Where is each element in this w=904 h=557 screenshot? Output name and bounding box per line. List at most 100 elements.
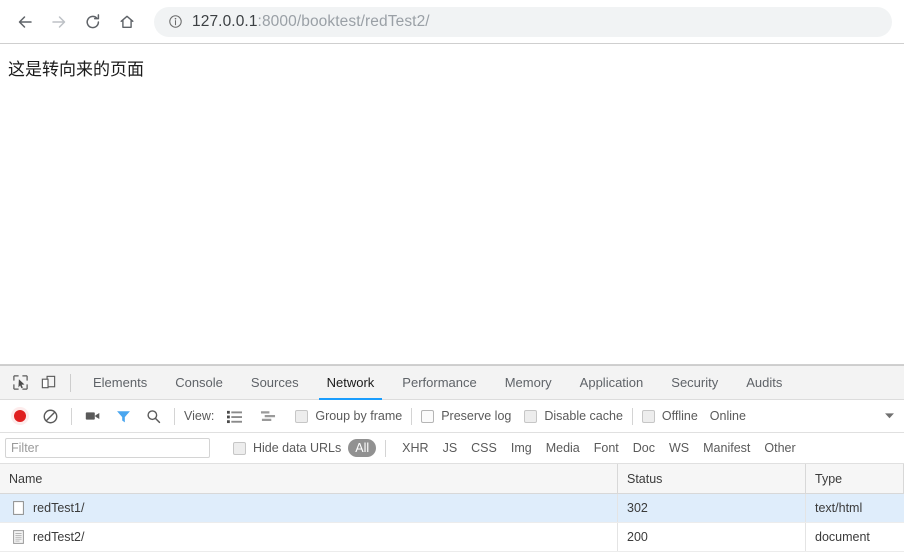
filter-type-ws[interactable]: WS — [662, 439, 696, 457]
info-circle-icon[interactable] — [168, 14, 183, 29]
group-by-frame-checkbox-box[interactable] — [295, 409, 309, 423]
filter-type-media[interactable]: Media — [539, 439, 587, 457]
request-name-text: redTest2/ — [33, 530, 85, 544]
controls-divider-1 — [71, 407, 72, 425]
request-status-cell: 200 — [618, 523, 806, 551]
disable-cache-checkbox-box[interactable] — [524, 409, 538, 423]
preserve-log-checkbox[interactable]: Preserve log — [421, 409, 511, 423]
filter-type-img[interactable]: Img — [504, 439, 539, 457]
tab-network[interactable]: Network — [313, 366, 389, 400]
back-arrow-icon — [18, 15, 32, 28]
filter-type-doc[interactable]: Doc — [626, 439, 662, 457]
network-filter-row: Hide data URLs All XHR JS CSS Img Media … — [0, 433, 904, 464]
devtools-panel: Elements Console Sources Network Perform… — [0, 365, 904, 556]
tab-audits[interactable]: Audits — [732, 366, 796, 399]
tab-elements[interactable]: Elements — [79, 366, 161, 399]
inspect-element-button[interactable] — [6, 366, 34, 399]
home-icon — [120, 15, 134, 28]
address-bar-url: 127.0.0.1:8000/booktest/redTest2/ — [192, 13, 430, 31]
group-by-frame-checkbox[interactable]: Group by frame — [295, 409, 402, 423]
toolbar-divider — [70, 373, 71, 392]
view-list-button[interactable] — [222, 404, 246, 428]
page-viewport: 这是转向来的页面 — [0, 44, 904, 365]
offline-checkbox[interactable]: Offline — [641, 409, 698, 423]
address-bar-host: 127.0.0.1 — [192, 12, 258, 30]
reload-icon — [86, 13, 100, 28]
tab-memory[interactable]: Memory — [491, 366, 566, 399]
address-bar[interactable]: 127.0.0.1:8000/booktest/redTest2/ — [154, 6, 892, 37]
group-by-frame-label: Group by frame — [315, 409, 403, 423]
back-button[interactable] — [8, 5, 42, 39]
forward-button[interactable] — [42, 5, 76, 39]
record-button[interactable] — [8, 404, 32, 428]
address-bar-path: :8000/booktest/redTest2/ — [257, 12, 430, 30]
request-status-cell: 302 — [618, 494, 806, 522]
preserve-log-label: Preserve log — [441, 409, 512, 423]
request-type-cell: text/html — [815, 501, 863, 515]
funnel-icon — [116, 410, 130, 422]
chevron-down-icon — [885, 413, 894, 419]
tab-security[interactable]: Security — [657, 366, 732, 399]
filter-type-manifest[interactable]: Manifest — [696, 439, 757, 457]
disable-cache-label: Disable cache — [544, 409, 623, 423]
filter-type-font[interactable]: Font — [587, 439, 626, 457]
offline-checkbox-box[interactable] — [641, 409, 655, 423]
disable-cache-checkbox[interactable]: Disable cache — [524, 409, 623, 423]
filter-toggle-button[interactable] — [111, 404, 135, 428]
device-toolbar-button[interactable] — [34, 366, 62, 399]
resource-type-filters: All XHR JS CSS Img Media Font Doc WS Man… — [348, 439, 802, 457]
request-name-cell[interactable]: redTest2/ — [0, 523, 618, 551]
filter-type-all[interactable]: All — [348, 439, 377, 457]
controls-divider-2 — [174, 407, 175, 425]
hide-data-urls-checkbox[interactable]: Hide data URLs — [233, 441, 341, 455]
device-toolbar-icon — [41, 375, 55, 389]
text-document-icon — [13, 530, 24, 544]
view-waterfall-button[interactable] — [256, 404, 280, 428]
record-circle-icon — [11, 407, 29, 425]
view-label: View: — [184, 409, 215, 423]
hide-data-urls-label: Hide data URLs — [253, 441, 342, 455]
column-header-status[interactable]: Status — [618, 464, 806, 493]
camera-icon — [85, 412, 100, 420]
clear-button[interactable] — [38, 404, 62, 428]
filter-type-js[interactable]: JS — [436, 439, 465, 457]
page-body-text: 这是转向来的页面 — [8, 60, 144, 79]
request-name-text: redTest1/ — [33, 501, 85, 515]
devtools-tabbar: Elements Console Sources Network Perform… — [0, 366, 904, 400]
search-button[interactable] — [141, 404, 165, 428]
filter-type-css[interactable]: CSS — [464, 439, 504, 457]
tab-console[interactable]: Console — [161, 366, 237, 399]
list-view-icon — [226, 410, 242, 423]
tab-sources[interactable]: Sources — [237, 366, 313, 399]
network-controls-row: View: Group by frame Preserve log Disabl… — [0, 400, 904, 433]
tab-performance[interactable]: Performance — [388, 366, 490, 399]
table-row[interactable]: redTest2/ 200 document — [0, 523, 904, 552]
throttling-select[interactable]: Online — [710, 409, 746, 423]
preserve-log-checkbox-box[interactable] — [421, 409, 435, 423]
filter-type-other[interactable]: Other — [757, 439, 802, 457]
browser-toolbar: 127.0.0.1:8000/booktest/redTest2/ — [0, 0, 904, 44]
hide-data-urls-checkbox-box[interactable] — [233, 441, 246, 455]
request-type-cell: document — [815, 530, 870, 544]
forward-arrow-icon — [52, 15, 66, 28]
column-header-name[interactable]: Name — [0, 464, 618, 493]
filter-input[interactable] — [5, 438, 210, 458]
inspect-cursor-icon — [12, 375, 28, 390]
tab-application[interactable]: Application — [566, 366, 658, 399]
capture-screenshots-button[interactable] — [81, 404, 105, 428]
controls-divider-4 — [631, 407, 633, 425]
table-header-row: Name Status Type — [0, 464, 904, 494]
blank-document-icon — [13, 501, 24, 515]
column-header-type[interactable]: Type — [806, 464, 904, 493]
throttling-dropdown-button[interactable] — [884, 412, 895, 420]
home-button[interactable] — [110, 5, 144, 39]
table-row[interactable]: redTest1/ 302 text/html — [0, 494, 904, 523]
clear-prohibited-icon — [43, 409, 57, 423]
search-icon — [146, 409, 160, 423]
request-name-cell[interactable]: redTest1/ — [0, 494, 618, 522]
network-requests-table: Name Status Type redTest1/ 302 text/html… — [0, 464, 904, 556]
filter-type-xhr[interactable]: XHR — [395, 439, 435, 457]
reload-button[interactable] — [76, 5, 110, 39]
waterfall-view-icon — [261, 410, 276, 421]
filter-divider — [385, 439, 387, 457]
